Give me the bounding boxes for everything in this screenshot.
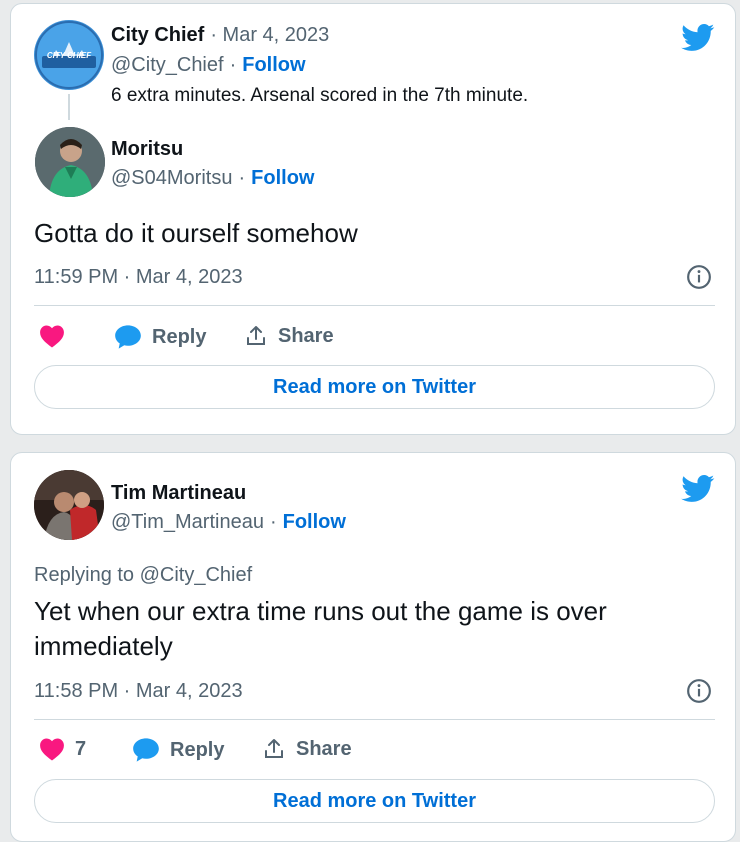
city-chief-logo-text: CITY CHIEF (46, 51, 92, 60)
quoted-author-name[interactable]: City Chief (111, 24, 204, 47)
moritsu-avatar[interactable] (35, 127, 105, 197)
read-more-button[interactable]: Read more on Twitter (34, 779, 715, 823)
share-button[interactable]: Share (262, 737, 352, 761)
tweet-text: Gotta do it ourself somehow (34, 218, 358, 248)
reply-author-name: Moritsu (111, 138, 183, 161)
reply-button[interactable]: Reply (114, 324, 206, 350)
quoted-handle[interactable]: @City_Chief (111, 54, 224, 77)
like-button[interactable]: 7 (39, 737, 86, 761)
heart-icon (40, 325, 64, 348)
tweet-timestamp[interactable]: 11:59 PM · Mar 4, 2023 (34, 266, 243, 289)
info-icon[interactable] (686, 678, 712, 704)
quoted-handle-row: @City_Chief · Follow (111, 54, 306, 77)
share-icon (265, 739, 283, 758)
tweet-text: Yet when our extra time runs out the gam… (34, 596, 607, 661)
quoted-header: City Chief · Mar 4, 2023 (111, 24, 329, 47)
quoted-tweet-text: 6 extra minutes. Arsenal scored in the 7… (111, 85, 529, 106)
reply-bubble-icon (133, 738, 159, 762)
heart-icon (40, 738, 64, 761)
tweet-card-2: Tim Martineau @Tim_Martineau · Follow Re… (10, 452, 736, 842)
handle-row: @Tim_Martineau · Follow (111, 511, 346, 534)
moritsu-photo (35, 127, 105, 197)
thread-connector (68, 94, 70, 120)
moritsu-name[interactable]: Moritsu (111, 138, 183, 160)
follow-button[interactable]: Follow (251, 167, 314, 190)
share-label: Share (278, 324, 334, 347)
read-more-label: Read more on Twitter (273, 375, 476, 398)
info-icon[interactable] (686, 264, 712, 290)
follow-button[interactable]: Follow (242, 54, 305, 77)
dot-separator: · (238, 167, 246, 189)
dot-separator: · (229, 54, 237, 76)
like-count: 7 (75, 737, 87, 760)
tim-martineau-name[interactable]: Tim Martineau (111, 482, 246, 504)
tweet-timestamp[interactable]: 11:58 PM · Mar 4, 2023 (34, 680, 243, 703)
reply-bubble-icon (115, 325, 141, 349)
share-label: Share (296, 737, 352, 760)
author-name-row: Tim Martineau (111, 482, 246, 505)
twitter-bird-icon[interactable] (681, 24, 715, 52)
twitter-bird-icon[interactable] (681, 475, 715, 503)
dot-separator: · (269, 511, 277, 533)
quoted-date[interactable]: · Mar 4, 2023 (210, 24, 329, 47)
tweet-card-1: CITY CHIEF City Chief · Mar 4, 2023 @Cit… (10, 3, 736, 435)
moritsu-handle[interactable]: @S04Moritsu (111, 167, 232, 190)
divider (34, 305, 715, 306)
share-button[interactable]: Share (244, 324, 334, 348)
read-more-button[interactable]: Read more on Twitter (34, 365, 715, 409)
read-more-label: Read more on Twitter (273, 789, 476, 812)
reply-label: Reply (170, 738, 225, 761)
share-icon (247, 326, 265, 345)
tim-handle[interactable]: @Tim_Martineau (111, 511, 264, 534)
divider (34, 719, 715, 720)
replying-to[interactable]: Replying to @City_Chief (34, 564, 252, 587)
like-button[interactable] (39, 324, 65, 348)
reply-button[interactable]: Reply (132, 737, 224, 763)
reply-handle-row: @S04Moritsu · Follow (111, 167, 314, 190)
follow-button[interactable]: Follow (283, 511, 346, 534)
reply-label: Reply (152, 325, 207, 348)
tim-martineau-avatar[interactable] (34, 470, 104, 540)
tim-martineau-photo (34, 470, 104, 540)
